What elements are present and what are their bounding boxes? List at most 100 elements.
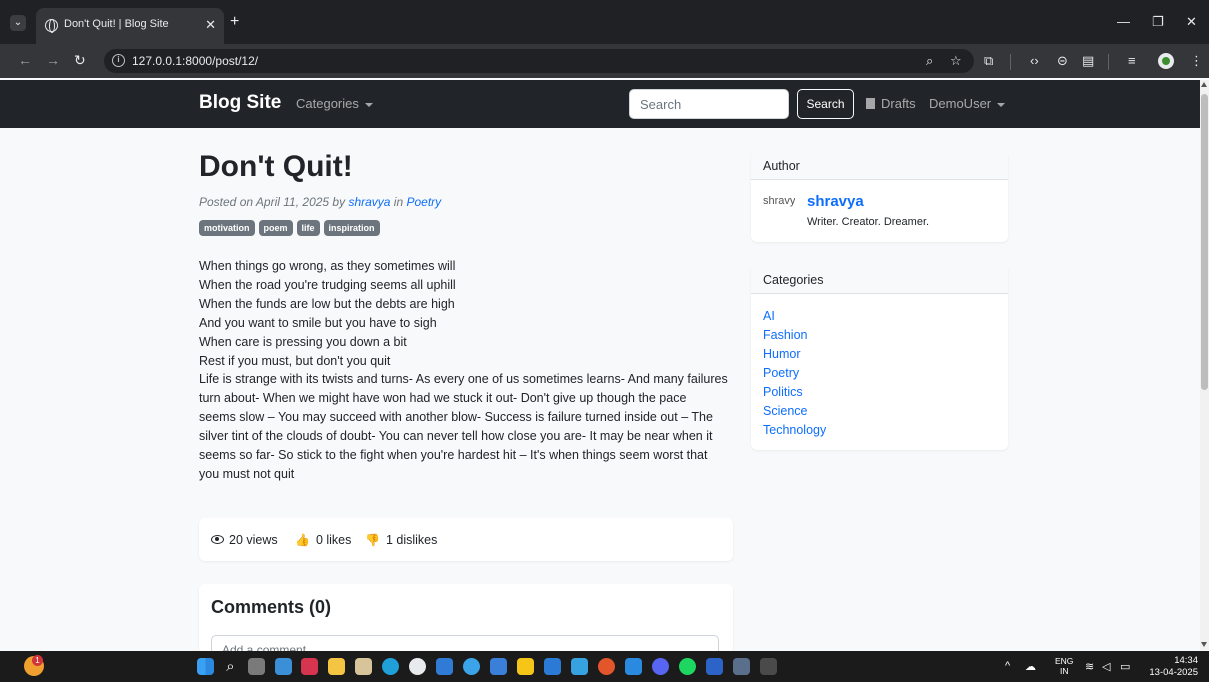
task-view-icon[interactable] <box>248 658 265 675</box>
search-input[interactable] <box>629 89 789 119</box>
category-link[interactable]: Poetry <box>763 364 826 383</box>
more-menu-icon[interactable]: ⋮ <box>1190 54 1203 68</box>
mcafee-icon[interactable] <box>301 658 318 675</box>
category-link[interactable]: Fashion <box>763 326 826 345</box>
category-link[interactable]: Science <box>763 402 826 421</box>
tag-badge[interactable]: poem <box>258 220 293 236</box>
language-code: ENG <box>1055 656 1074 666</box>
search-icon[interactable]: ⌕ <box>222 658 239 675</box>
categories-card: Categories AI Fashion Humor Poetry Polit… <box>751 264 1008 450</box>
vscode-icon[interactable] <box>625 658 642 675</box>
devtools-icon[interactable]: ‹› <box>1030 54 1039 68</box>
chrome-icon[interactable] <box>598 658 615 675</box>
profile-avatar[interactable] <box>1158 53 1174 69</box>
sticky-notes-icon[interactable] <box>517 658 534 675</box>
clock-time: 14:34 <box>1174 655 1198 666</box>
globe-icon <box>45 19 58 33</box>
drafts-link[interactable]: Drafts <box>866 96 916 111</box>
reload-button[interactable]: ↻ <box>74 52 86 68</box>
tab-list-icon[interactable]: ≡ <box>1128 54 1136 68</box>
category-link[interactable]: AI <box>763 307 826 326</box>
categories-dropdown[interactable]: Categories <box>296 96 373 111</box>
snipping-tool-icon[interactable] <box>733 658 750 675</box>
zoom-icon[interactable]: ⌕ <box>926 53 933 69</box>
post-category-link[interactable]: Poetry <box>406 195 441 209</box>
site-info-icon[interactable]: i <box>112 54 125 67</box>
copilot-icon[interactable] <box>463 658 480 675</box>
post-body-line: When things go wrong, as they sometimes … <box>199 259 456 273</box>
close-window-button[interactable]: ✕ <box>1186 14 1197 30</box>
onedrive-icon[interactable]: ☁ <box>1025 660 1036 673</box>
start-icon[interactable] <box>197 658 214 675</box>
back-button[interactable]: ← <box>18 52 32 68</box>
store-icon[interactable] <box>355 658 372 675</box>
restore-button[interactable]: ❐ <box>1152 14 1164 30</box>
link-icon[interactable]: ⊝ <box>1057 54 1068 68</box>
comments-title: Comments (0) <box>211 597 332 617</box>
tag-badge[interactable]: motivation <box>199 220 255 236</box>
thumbs-down-icon: 👎 <box>365 533 380 547</box>
wifi-icon[interactable]: ≋ <box>1085 660 1094 673</box>
forward-button[interactable]: → <box>46 52 60 68</box>
post-meta-in: in <box>390 195 407 209</box>
close-tab-icon[interactable]: ✕ <box>205 17 216 33</box>
tab-search-button[interactable]: ⌄ <box>10 15 26 31</box>
browser-toolbar: ← → ↻ i 127.0.0.1:8000/post/12/ ⌕ ☆ ⧉ ‹›… <box>0 44 1209 78</box>
tab-title: Don't Quit! | Blog Site <box>64 18 169 30</box>
author-name-link[interactable]: shravya <box>807 193 864 210</box>
tag-badge[interactable]: life <box>296 220 320 236</box>
notification-app-icon[interactable]: 1 <box>24 655 44 676</box>
dislike-button[interactable]: 👎 1 dislikes <box>365 533 437 547</box>
views-label: 20 views <box>229 533 278 547</box>
site-brand[interactable]: Blog Site <box>199 92 281 114</box>
like-button[interactable]: 👍 0 likes <box>295 533 351 547</box>
avatar: shravya <box>763 195 795 207</box>
category-link[interactable]: Technology <box>763 421 826 440</box>
outlook-icon[interactable] <box>544 658 561 675</box>
views-count: 20 views <box>211 533 278 547</box>
toolbar-separator <box>1108 54 1109 70</box>
category-link[interactable]: Humor <box>763 345 826 364</box>
scroll-up-arrow[interactable] <box>1201 82 1207 87</box>
edge-icon[interactable] <box>382 658 399 675</box>
word-icon[interactable] <box>706 658 723 675</box>
site-navbar: Blog Site Categories Search Drafts DemoU… <box>0 80 1200 128</box>
clock-date: 13-04-2025 <box>1149 667 1198 678</box>
post-stats-card: 20 views 👍 0 likes 👎 1 dislikes <box>199 518 733 561</box>
chevron-up-icon[interactable]: ^ <box>1005 660 1010 672</box>
new-tab-button[interactable]: + <box>230 14 239 30</box>
reading-mode-icon[interactable]: ▤ <box>1082 54 1094 68</box>
address-bar[interactable]: i 127.0.0.1:8000/post/12/ ⌕ ☆ <box>104 49 974 73</box>
app-icon[interactable] <box>409 658 426 675</box>
widgets-icon[interactable] <box>275 658 292 675</box>
user-dropdown[interactable]: DemoUser <box>929 96 1006 111</box>
scroll-thumb[interactable] <box>1201 94 1208 390</box>
spotify-icon[interactable] <box>679 658 696 675</box>
mail-icon[interactable] <box>571 658 588 675</box>
terminal-icon[interactable] <box>760 658 777 675</box>
battery-icon[interactable]: ▭ <box>1120 660 1130 673</box>
categories-dropdown-label: Categories <box>296 96 359 111</box>
minimize-button[interactable]: — <box>1117 14 1130 29</box>
scroll-down-arrow[interactable] <box>1201 642 1207 647</box>
bookmark-star-icon[interactable]: ☆ <box>950 53 962 69</box>
post-meta: Posted on April 11, 2025 by shravya in P… <box>199 195 441 209</box>
file-explorer-icon[interactable] <box>328 658 345 675</box>
language-indicator[interactable]: ENG IN <box>1055 656 1073 676</box>
discord-icon[interactable] <box>652 658 669 675</box>
page-scrollbar[interactable] <box>1200 80 1209 650</box>
extensions-icon[interactable]: ⧉ <box>984 54 993 68</box>
browser-tab[interactable]: Don't Quit! | Blog Site ✕ <box>36 8 224 44</box>
post-body-line: you must not quit <box>199 466 295 481</box>
url-text: 127.0.0.1:8000/post/12/ <box>132 54 259 68</box>
category-link[interactable]: Politics <box>763 383 826 402</box>
comments-card: Comments (0) <box>199 584 733 665</box>
post-author-link[interactable]: shravya <box>348 195 390 209</box>
search-button[interactable]: Search <box>797 89 854 119</box>
volume-icon[interactable]: ◁ <box>1102 660 1110 673</box>
photos-icon[interactable] <box>490 658 507 675</box>
tag-badge[interactable]: inspiration <box>323 220 380 236</box>
notepad-icon[interactable] <box>436 658 453 675</box>
post-date-text: Posted on April 11, 2025 by <box>199 195 349 209</box>
system-clock[interactable]: 14:34 13-04-2025 <box>1146 655 1198 679</box>
